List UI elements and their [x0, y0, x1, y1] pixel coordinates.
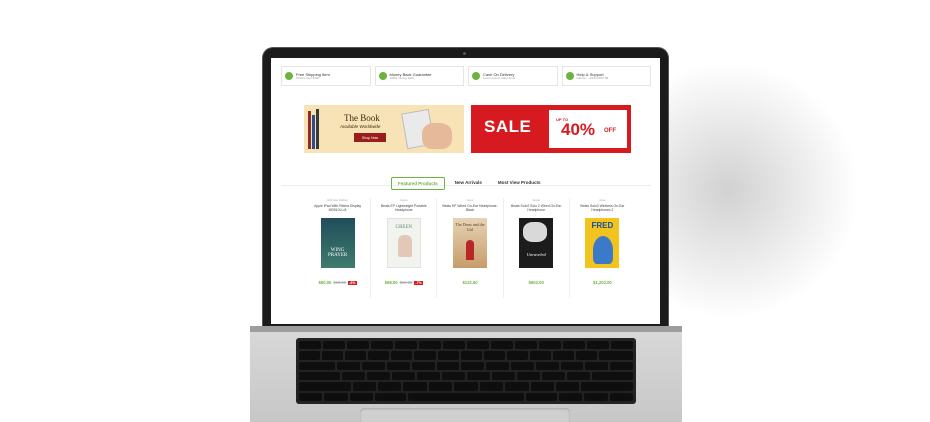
feature-help-support: Help & Support Call us : +0123.4567.89 — [561, 66, 651, 86]
product-price-row: $50.00 $52.00 -8% — [319, 280, 357, 285]
feature-sub: Orders over $100 — [296, 75, 320, 80]
truck-icon — [285, 72, 293, 80]
product-card[interactable]: Apple Beats EP Lightweight Portable Head… — [371, 198, 438, 298]
product-name[interactable]: Beats Solo2 Solo 2 Wired On-Ear Headphon… — [508, 204, 564, 214]
product-name[interactable]: Beats EP Wired On-Ear Headphone-Black — [442, 204, 498, 214]
product-price: $1,202.00 — [593, 280, 612, 285]
product-old-price: $92.00 — [399, 280, 413, 285]
product-image[interactable]: Unraveled — [519, 218, 554, 268]
sale-percent: 40% — [561, 120, 596, 139]
tab-most-view-products[interactable]: Most View Products — [492, 177, 547, 190]
product-price: $86.00 — [384, 280, 398, 285]
sale-banner[interactable]: SALE UP TO 40% OFF — [471, 105, 631, 153]
hand-image — [422, 123, 452, 149]
laptop-hinge — [250, 326, 682, 332]
discount-badge: -7% — [414, 280, 423, 285]
trackpad — [360, 408, 570, 422]
product-category: Ultimate Edition — [327, 198, 349, 202]
cover-title: Unraveled — [526, 252, 546, 257]
cover-title: WING PRAYER — [327, 248, 348, 258]
product-card[interactable]: Ultimate Edition Apple iPad With Retina … — [305, 198, 372, 298]
product-price-row: $86.00 $92.00 -7% — [385, 280, 423, 285]
product-image[interactable]: FRED — [585, 218, 620, 268]
product-name[interactable]: Beats Solo3 Wireless On-Ear Headphones 2 — [574, 204, 630, 214]
product-name[interactable]: Beats EP Lightweight Portable Headphone — [376, 204, 432, 214]
keyboard — [296, 338, 636, 404]
sale-discount-box: UP TO 40% OFF — [549, 110, 627, 148]
shop-now-button[interactable]: Shop Now — [354, 133, 386, 142]
book-stack-image — [308, 109, 322, 149]
product-category: Asus — [466, 198, 474, 202]
laptop-lid: Free Shipping Item Orders over $100 Money… — [263, 48, 668, 330]
laptop-screen: Free Shipping Item Orders over $100 Money… — [271, 58, 660, 324]
laptop-shadow — [640, 60, 860, 320]
tab-featured-products[interactable]: Featured Products — [391, 177, 445, 190]
product-price-row: $602.00 — [529, 280, 544, 285]
product-price: $50.00 — [318, 280, 332, 285]
banner-subtitle: Available Worldwide — [340, 124, 381, 129]
cover-title: FRED — [591, 221, 614, 230]
camera-icon — [463, 52, 466, 55]
product-card[interactable]: Asus Beats Solo3 Wireless On-Ear Headpho… — [570, 198, 635, 298]
product-card[interactable]: Asus Beats EP Wired On-Ear Headphone-Bla… — [437, 198, 504, 298]
feature-free-shipping: Free Shipping Item Orders over $100 — [281, 66, 371, 86]
off-label: OFF — [604, 128, 616, 134]
refresh-icon — [378, 72, 387, 80]
product-name[interactable]: Apple iPad With Retina Display MD510LL/A — [310, 204, 366, 214]
product-image[interactable]: WING PRAYER — [320, 218, 355, 268]
product-category: Apple — [399, 198, 408, 202]
feature-sub: 100% money back — [389, 75, 415, 80]
cover-title: The Dress and the Girl — [455, 222, 485, 232]
product-category: Asus — [599, 198, 606, 202]
feature-bar: Free Shipping Item Orders over $100 Money… — [281, 66, 651, 86]
product-grid: Ultimate Edition Apple iPad With Retina … — [305, 198, 635, 298]
banner-title: The Book — [344, 113, 380, 123]
feature-sub: Lorem ipsum dolor amet — [483, 75, 516, 80]
discount-badge: -8% — [348, 280, 357, 285]
product-image[interactable]: The Dress and the Girl — [453, 218, 487, 268]
product-price: $122.00 — [462, 280, 478, 285]
product-price: $602.00 — [528, 280, 544, 285]
product-image[interactable]: GREEN — [386, 218, 421, 268]
tab-new-arrivals[interactable]: New Arrivals — [449, 177, 488, 190]
cover-title: GREEN — [395, 225, 413, 230]
feature-cash-on-delivery: Cash On Delivery Lorem ipsum dolor amet — [468, 66, 558, 86]
book-banner[interactable]: The Book Available Worldwide Shop Now — [304, 105, 464, 153]
sale-label: SALE — [484, 117, 532, 136]
product-old-price: $52.00 — [333, 280, 347, 285]
product-card[interactable]: Apple Beats Solo2 Solo 2 Wired On-Ear He… — [504, 198, 570, 298]
feature-sub: Call us : +0123.4567.89 — [576, 75, 609, 80]
feature-money-back: Money Back Guarantee 100% money back — [374, 66, 464, 86]
cash-icon — [472, 72, 480, 80]
product-tabs: Featured Products New Arrivals Most View… — [391, 177, 547, 190]
product-price-row: $1,202.00 — [593, 280, 612, 285]
product-category: Apple — [532, 198, 541, 202]
support-icon — [565, 72, 574, 80]
product-price-row: $122.00 — [462, 280, 477, 285]
